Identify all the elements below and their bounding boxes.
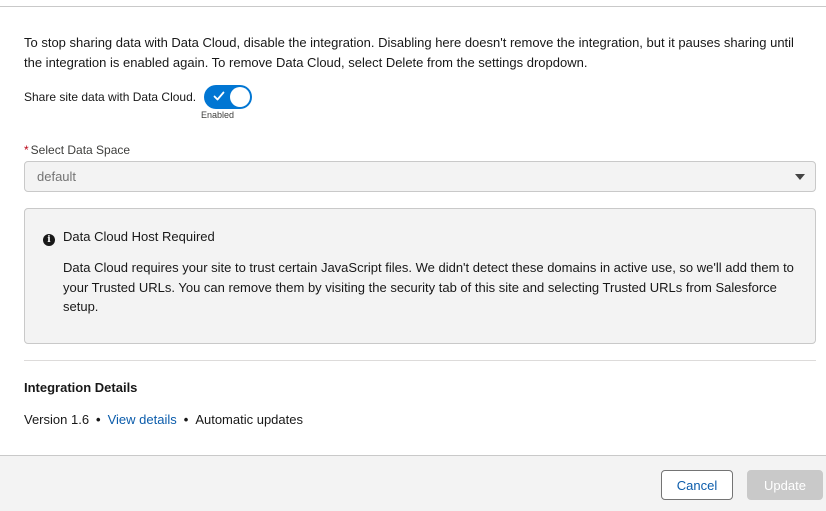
modal-footer: Cancel Update: [0, 455, 826, 511]
notice-title: Data Cloud Host Required: [63, 229, 215, 244]
separator-dot: •: [183, 412, 189, 427]
host-required-notice: i Data Cloud Host Required Data Cloud re…: [24, 208, 816, 344]
data-space-select[interactable]: default: [24, 161, 816, 192]
integration-details-heading: Integration Details: [24, 380, 138, 395]
toggle-knob: [230, 87, 251, 107]
data-cloud-settings-panel: To stop sharing data with Data Cloud, di…: [0, 0, 826, 511]
separator-dot: •: [96, 412, 101, 427]
top-divider: [0, 6, 826, 7]
toggle-state-label: Enabled: [201, 110, 235, 120]
cancel-button[interactable]: Cancel: [661, 470, 733, 500]
share-toggle-row: Share site data with Data Cloud.: [24, 84, 253, 110]
chevron-down-icon: [795, 174, 805, 180]
automatic-updates-text: Automatic updates: [195, 412, 303, 427]
info-icon: i: [43, 234, 55, 246]
version-text: Version 1.6: [24, 412, 90, 427]
data-space-label: * Select Data Space: [24, 143, 130, 157]
intro-text: To stop sharing data with Data Cloud, di…: [24, 35, 794, 70]
section-divider: [24, 360, 816, 361]
integration-details-row: Version 1.6 • View details • Automatic u…: [24, 412, 303, 427]
update-button[interactable]: Update: [747, 470, 823, 500]
share-toggle-label: Share site data with Data Cloud.: [24, 90, 197, 104]
data-space-label-text: Select Data Space: [30, 143, 131, 157]
view-details-link[interactable]: View details: [108, 412, 177, 427]
required-marker: *: [24, 143, 29, 157]
data-space-selected-value: default: [37, 169, 77, 184]
checkmark-icon: [213, 91, 225, 101]
notice-body: Data Cloud requires your site to trust c…: [63, 260, 794, 314]
share-data-toggle[interactable]: [204, 85, 253, 109]
